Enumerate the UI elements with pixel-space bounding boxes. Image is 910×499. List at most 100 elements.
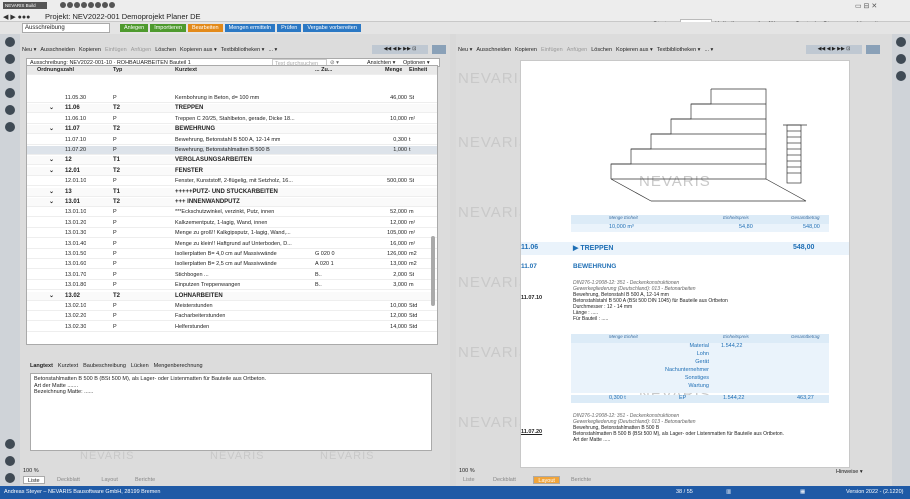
toolbar-button[interactable]: Kopieren xyxy=(515,47,537,53)
nav-icon[interactable] xyxy=(5,88,15,98)
toolbar-button[interactable]: Textbibliotheken ▾ xyxy=(657,47,701,53)
table-row[interactable]: 11.05.30 P Kernbohrung in Beton, d= 100 mm… xyxy=(27,94,437,103)
view-tab-layout[interactable]: Layout xyxy=(97,476,122,484)
table-row[interactable]: 13.01.10 P ***Eckschutzwinkel, verzinkt, P… xyxy=(27,208,437,218)
table-row[interactable]: 13.02.30 P Helferstunden 14,000 Std xyxy=(27,323,437,332)
view-tab-layout[interactable]: Layout xyxy=(533,476,560,484)
nav-icon[interactable] xyxy=(5,54,15,64)
chart-icon[interactable]: ▥ xyxy=(726,486,731,499)
table-row[interactable]: ⌄ 13 T1 +++++PUTZ- UND STUCKARBEITEN xyxy=(27,187,437,197)
nav-arrows[interactable]: ◀ ▶ ●●● xyxy=(3,13,30,21)
detail-tab[interactable]: Baubeschreibung xyxy=(83,362,126,371)
panel-menu-icon[interactable] xyxy=(866,45,880,54)
toolbar-button[interactable]: ... ▾ xyxy=(268,47,277,53)
table-row[interactable]: 11.06.10 P Treppen C 20/25, Stahlbeton, ge… xyxy=(27,115,437,124)
table-row[interactable]: 13.02.10 P Meisterstunden 10,000 Std xyxy=(27,302,437,311)
grid-scrollbar[interactable] xyxy=(431,236,435,306)
table-row[interactable]: 13.01.60 P Isolierplatten B= 2,5 cm auf Ma… xyxy=(27,260,437,270)
toolbar-button[interactable]: ... ▾ xyxy=(704,47,713,53)
nav-icon[interactable] xyxy=(5,122,15,132)
table-row[interactable]: 13.01.80 P Einputzen Treppenwangen B.. 3,000… xyxy=(27,281,437,291)
table-row[interactable]: ⌄ 11.06 T2 TREPPEN xyxy=(27,104,437,114)
detail-tab[interactable]: Mengenberechnung xyxy=(154,362,203,371)
toolbar-button[interactable]: Kopieren aus ▾ xyxy=(616,47,653,53)
detail-tab[interactable]: Lücken xyxy=(131,362,149,371)
ribbon-dropdown[interactable]: Ausschreibung xyxy=(22,23,110,33)
view-tab-deckblatt[interactable]: Deckblatt xyxy=(489,476,520,484)
toolbar-button[interactable]: Löschen xyxy=(591,47,612,53)
nav-icon[interactable] xyxy=(896,54,906,64)
help-icon[interactable] xyxy=(5,439,15,449)
table-row[interactable]: 13.02.20 P Facharbeiterstunden 12,000 Std xyxy=(27,312,437,322)
ribbon-action-button[interactable]: Importieren xyxy=(150,24,187,32)
toolbar-button[interactable]: Neu ▾ xyxy=(22,47,36,53)
col-header-zu[interactable]: ... Zu... xyxy=(315,66,332,75)
quick-icon[interactable] xyxy=(102,2,108,8)
table-row[interactable]: ⌄ 13.01 T2 +++ INNENWANDPUTZ xyxy=(27,198,437,207)
ribbon-action-button[interactable]: Anlegen xyxy=(120,24,149,32)
longtext-editor[interactable]: Betonstahlmatten B 500 B (BSt 500 M), al… xyxy=(30,373,432,451)
expand-icon[interactable]: ⌄ xyxy=(49,167,54,176)
panel-menu-icon[interactable] xyxy=(432,45,446,54)
info-icon[interactable] xyxy=(5,473,15,483)
col-header-menge[interactable]: Menge xyxy=(385,66,402,75)
table-row[interactable]: ⌄ 12 T1 VERGLASUNGSARBEITEN xyxy=(27,156,437,166)
pager-controls[interactable]: ◀◀ ◀ ▶ ▶▶ ⊡ xyxy=(372,45,428,54)
quick-icon[interactable] xyxy=(109,2,115,8)
expand-icon[interactable]: ⌄ xyxy=(49,104,54,113)
table-row[interactable]: 13.01.50 P Isolierplatten B= 4,0 cm auf Ma… xyxy=(27,250,437,259)
nav-icon[interactable] xyxy=(5,71,15,81)
quick-icon[interactable] xyxy=(95,2,101,8)
toolbar-button[interactable]: Kopieren xyxy=(79,47,101,53)
view-tab-liste[interactable]: Liste xyxy=(459,476,479,484)
table-row[interactable]: 13.01.20 P Kalkzementputz, 1-lagig, Wand, … xyxy=(27,219,437,228)
quick-icon[interactable] xyxy=(60,2,66,8)
toolbar-button[interactable]: Anfügen xyxy=(131,47,152,53)
expand-icon[interactable]: ⌄ xyxy=(49,188,54,197)
table-row[interactable]: 13.01.30 P Menge zu groß!! Kalkgipsputz, 1… xyxy=(27,229,437,239)
expand-icon[interactable]: ⌄ xyxy=(49,292,54,301)
detail-tab[interactable]: Kurztext xyxy=(58,362,78,371)
toolbar-button[interactable]: Ausschneiden xyxy=(476,47,511,53)
detail-tab[interactable]: Langtext xyxy=(30,362,53,371)
nav-icon[interactable] xyxy=(5,105,15,115)
col-header-kurztext[interactable]: Kurztext xyxy=(175,66,197,75)
pager-controls[interactable]: ◀◀ ◀ ▶ ▶▶ ⊡ xyxy=(806,45,862,54)
view-tab-berichte[interactable]: Berichte xyxy=(567,476,595,484)
view-tab-deckblatt[interactable]: Deckblatt xyxy=(53,476,84,484)
ribbon-action-button[interactable]: Mengen ermitteln xyxy=(224,24,276,32)
view-tab-liste[interactable]: Liste xyxy=(23,476,45,484)
nav-icon[interactable] xyxy=(896,37,906,47)
toolbar-button[interactable]: Löschen xyxy=(155,47,176,53)
help-icon[interactable] xyxy=(896,71,906,81)
ribbon-action-button[interactable]: Vergabe vorbereiten xyxy=(303,24,361,32)
window-controls[interactable]: ▭ ⊟ ✕ xyxy=(855,2,877,10)
toolbar-button[interactable]: Anfügen xyxy=(567,47,588,53)
col-header-einheit[interactable]: Einheit xyxy=(409,66,427,75)
toolbar-button[interactable]: Ausschneiden xyxy=(40,47,75,53)
quick-icon[interactable] xyxy=(88,2,94,8)
table-row[interactable]: 11.07.20 P Bewehrung, Betonstahlmatten B 5… xyxy=(27,146,437,155)
toolbar-button[interactable]: Textbibliotheken ▾ xyxy=(221,47,265,53)
hints-dropdown[interactable]: Hinweise ▾ xyxy=(836,469,863,475)
ribbon-action-button[interactable]: Bearbeiten xyxy=(188,24,223,32)
zoom-label[interactable]: 100 % xyxy=(459,468,475,474)
zoom-label[interactable]: 100 % xyxy=(23,468,39,474)
toolbar-button[interactable]: Einfügen xyxy=(105,47,127,53)
print-preview-page[interactable]: NEVARIS NEVARIS Menge Einheit Einheitspr… xyxy=(520,60,850,468)
home-icon[interactable] xyxy=(5,37,15,47)
table-row[interactable]: 11.07.10 P Bewehrung, Betonstahl B 500 A, … xyxy=(27,136,437,145)
expand-icon[interactable]: ⌄ xyxy=(49,125,54,134)
quick-icon[interactable] xyxy=(74,2,80,8)
table-row[interactable]: 12.01.10 P Fenster, Kunststoff, 2-flügelig… xyxy=(27,177,437,187)
view-tab-berichte[interactable]: Berichte xyxy=(131,476,159,484)
toolbar-button[interactable]: Einfügen xyxy=(541,47,563,53)
toolbar-button[interactable]: Kopieren aus ▾ xyxy=(180,47,217,53)
col-header-oz[interactable]: Ordnungszahl xyxy=(37,66,74,75)
table-row[interactable]: ⌄ 13.02 T2 LOHNARBEITEN xyxy=(27,291,437,301)
quick-icon[interactable] xyxy=(67,2,73,8)
table-row[interactable]: 13.01.40 P Menge zu klein!! Haftgrund auf … xyxy=(27,240,437,249)
quick-icon[interactable] xyxy=(81,2,87,8)
grid-icon[interactable]: ▦ xyxy=(800,486,805,499)
expand-icon[interactable]: ⌄ xyxy=(49,198,54,207)
